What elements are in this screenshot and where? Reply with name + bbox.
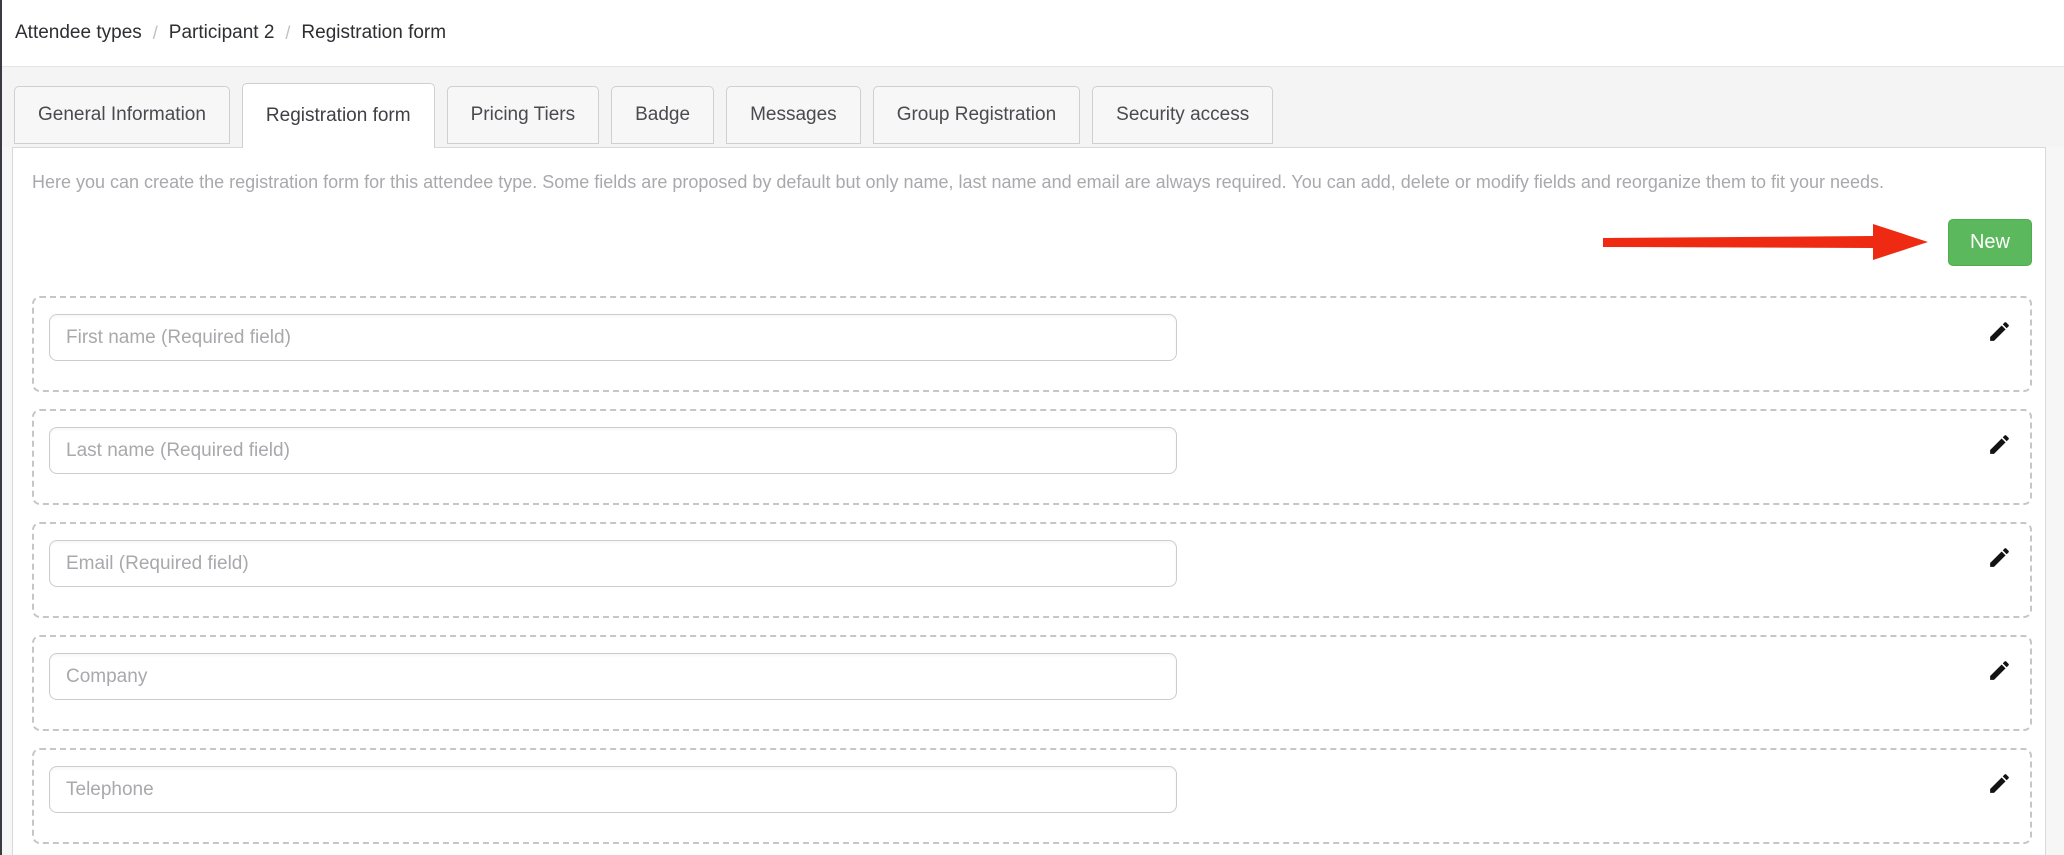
- pencil-icon: [1989, 547, 2009, 567]
- pencil-icon: [1989, 773, 2009, 793]
- breadcrumb-participant-2[interactable]: Participant 2: [169, 22, 275, 44]
- edit-field-button[interactable]: [1986, 544, 2012, 570]
- window-edge: [0, 0, 2, 855]
- tab-general-information[interactable]: General Information: [14, 86, 230, 144]
- registration-form-panel: Here you can create the registration for…: [12, 147, 2046, 855]
- edit-field-button[interactable]: [1986, 657, 2012, 683]
- last-name-input[interactable]: [49, 427, 1177, 474]
- tab-content-area: Here you can create the registration for…: [0, 147, 2064, 855]
- field-row-company[interactable]: [32, 635, 2032, 731]
- tab-group-registration[interactable]: Group Registration: [872, 86, 1081, 144]
- tab-security-access[interactable]: Security access: [1092, 86, 1274, 144]
- pencil-icon: [1989, 321, 2009, 341]
- breadcrumb-attendee-types[interactable]: Attendee types: [15, 22, 142, 44]
- field-row-first-name[interactable]: [32, 296, 2032, 392]
- first-name-input[interactable]: [49, 314, 1177, 361]
- email-input[interactable]: [49, 540, 1177, 587]
- tab-messages[interactable]: Messages: [726, 86, 861, 144]
- edit-field-button[interactable]: [1986, 431, 2012, 457]
- panel-description: Here you can create the registration for…: [32, 172, 1885, 192]
- new-field-button[interactable]: New: [1947, 219, 2032, 266]
- tab-registration-form[interactable]: Registration form: [241, 83, 435, 148]
- field-list: [32, 296, 2032, 844]
- red-arrow-icon: [1603, 224, 1928, 260]
- edit-field-button[interactable]: [1986, 770, 2012, 796]
- telephone-input[interactable]: [49, 766, 1177, 813]
- tab-pricing-tiers[interactable]: Pricing Tiers: [446, 86, 600, 144]
- edit-field-button[interactable]: [1986, 318, 2012, 344]
- pencil-icon: [1989, 660, 2009, 680]
- breadcrumb: Attendee types / Participant 2 / Registr…: [0, 0, 2064, 67]
- field-row-email[interactable]: [32, 522, 2032, 618]
- field-row-last-name[interactable]: [32, 409, 2032, 505]
- tab-badge[interactable]: Badge: [611, 86, 715, 144]
- field-row-telephone[interactable]: [32, 748, 2032, 844]
- breadcrumb-registration-form: Registration form: [301, 22, 447, 43]
- toolbar-row: New: [32, 219, 2032, 266]
- tab-bar: General Information Registration form Pr…: [0, 67, 2064, 148]
- breadcrumb-separator: /: [285, 22, 291, 43]
- pencil-icon: [1989, 434, 2009, 454]
- breadcrumb-separator: /: [152, 22, 158, 43]
- company-input[interactable]: [49, 653, 1177, 700]
